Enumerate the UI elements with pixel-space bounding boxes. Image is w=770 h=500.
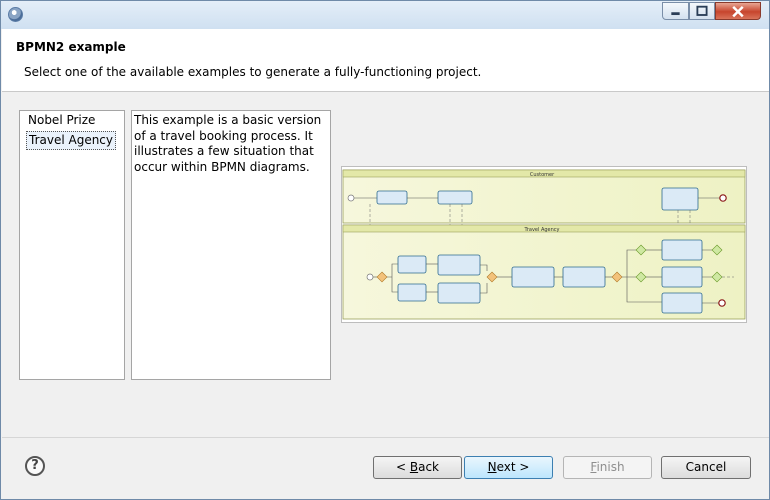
cancel-button[interactable]: Cancel [661, 456, 751, 479]
examples-list[interactable]: Nobel Prize Travel Agency [19, 110, 125, 380]
maximize-icon [696, 5, 708, 16]
finish-button[interactable]: Finish [563, 456, 652, 479]
eclipse-icon [8, 7, 23, 22]
wizard-window: BPMN2 example Select one of the availabl… [0, 0, 770, 500]
list-item-nobel-prize[interactable]: Nobel Prize [26, 112, 97, 129]
example-description-panel: This example is a basic version of a tra… [131, 110, 331, 380]
minimize-button[interactable] [662, 2, 689, 20]
travel-agency-pool-label: Travel Agency [524, 227, 560, 233]
bpmn-diagram-preview: Customer Travel Agency [341, 166, 747, 323]
back-button-prefix: < [395, 460, 410, 474]
wizard-header: BPMN2 example Select one of the availabl… [2, 29, 769, 92]
footer-separator [2, 437, 769, 438]
next-button-accel: N [487, 460, 497, 474]
minimize-icon [671, 12, 680, 16]
maximize-button[interactable] [689, 2, 715, 20]
title-bar [1, 1, 769, 29]
back-button-label: ack [418, 460, 439, 474]
back-button[interactable]: < Back [373, 456, 462, 479]
list-item-travel-agency[interactable]: Travel Agency [26, 131, 116, 150]
back-button-accel: B [409, 460, 419, 474]
help-icon[interactable]: ? [25, 456, 45, 476]
next-button[interactable]: Next > [464, 456, 553, 479]
next-button-label: ext > [496, 460, 530, 474]
page-description: Select one of the available examples to … [24, 65, 482, 79]
close-button[interactable] [715, 2, 761, 20]
customer-pool-label: Customer [530, 172, 555, 178]
finish-button-label: inish [596, 460, 625, 474]
page-title: BPMN2 example [16, 40, 126, 54]
example-description: This example is a basic version of a tra… [134, 113, 322, 174]
close-icon [732, 5, 744, 18]
